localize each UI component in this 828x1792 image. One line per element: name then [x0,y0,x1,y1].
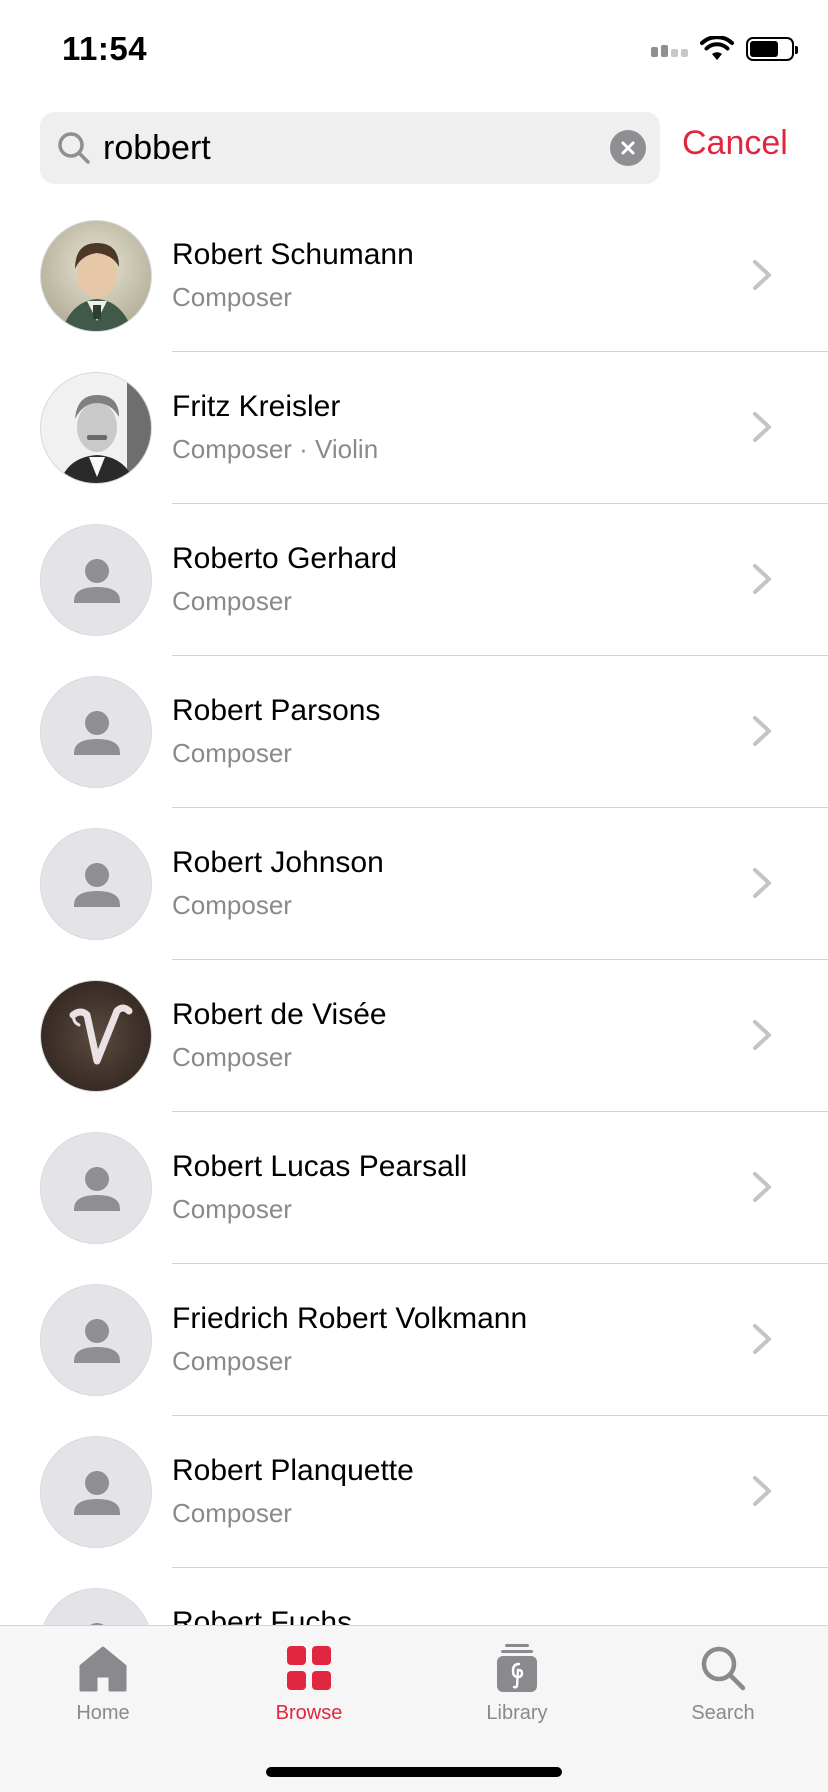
clear-search-button[interactable] [610,130,646,166]
result-name: Robert Schumann [172,238,414,271]
list-item[interactable]: Robert Lucas Pearsall Composer [0,1112,828,1264]
monogram-v-icon [41,981,151,1091]
close-icon [621,141,635,155]
chevron-right-icon [753,1172,771,1202]
wifi-icon [700,36,734,60]
tab-search[interactable]: Search [648,1640,798,1725]
chevron-right-icon [753,716,771,746]
list-item[interactable]: Fritz Kreisler Composer · Violin [0,352,828,504]
result-role: Composer · Violin [172,434,379,464]
result-role: Composer [172,282,292,312]
chevron-right-icon [753,1324,771,1354]
list-item[interactable]: Friedrich Robert Volkmann Composer [0,1264,828,1416]
list-item[interactable]: Robert de Visée Composer [0,960,828,1112]
avatar [40,220,152,332]
person-placeholder-icon [41,677,151,787]
search-field[interactable] [40,112,660,184]
tab-label: Library [486,1702,548,1724]
avatar [40,980,152,1092]
home-indicator[interactable] [266,1767,562,1777]
avatar [40,1588,152,1625]
home-icon [79,1646,127,1692]
search-row: Cancel [40,112,800,184]
result-name: Robert Fuchs [172,1606,353,1625]
list-item[interactable]: Robert Johnson Composer [0,808,828,960]
result-role: Composer [172,1498,292,1528]
search-results-list: Robert Schumann Composer Fritz Kreisler … [0,200,828,1625]
chevron-right-icon [753,868,771,898]
tab-label: Browse [275,1702,343,1724]
result-name: Robert de Visée [172,998,387,1031]
person-placeholder-icon [41,1285,151,1395]
search-icon [58,132,90,164]
list-item[interactable]: Robert Schumann Composer [0,200,828,352]
list-item[interactable]: Robert Fuchs [0,1568,828,1625]
result-name: Robert Johnson [172,846,384,879]
status-bar: 11:54 [0,0,828,100]
avatar [40,1436,152,1548]
tab-library[interactable]: Library [442,1640,592,1725]
tab-home[interactable]: Home [28,1640,178,1725]
person-placeholder-icon [41,829,151,939]
result-name: Roberto Gerhard [172,542,398,575]
cancel-button[interactable]: Cancel [682,124,788,163]
chevron-right-icon [753,412,771,442]
avatar [40,828,152,940]
result-role: Composer [172,1194,292,1224]
avatar [40,1284,152,1396]
person-placeholder-icon [41,1133,151,1243]
chevron-right-icon [753,260,771,290]
result-name: Friedrich Robert Volkmann [172,1302,528,1335]
portrait-avatar-icon [41,373,151,483]
result-role: Composer [172,1346,292,1376]
avatar [40,1132,152,1244]
avatar [40,524,152,636]
result-role: Composer [172,890,292,920]
list-item[interactable]: Roberto Gerhard Composer [0,504,828,656]
chevron-right-icon [753,1476,771,1506]
result-name: Robert Parsons [172,694,381,727]
tab-browse[interactable]: Browse [234,1640,384,1725]
tab-label: Home [76,1702,130,1724]
result-name: Fritz Kreisler [172,390,341,423]
list-item[interactable]: Robert Parsons Composer [0,656,828,808]
person-placeholder-icon [41,525,151,635]
list-item[interactable]: Robert Planquette Composer [0,1416,828,1568]
browse-grid-icon [287,1646,331,1690]
battery-icon [746,37,798,61]
search-icon [701,1646,746,1691]
avatar [40,372,152,484]
chevron-right-icon [753,1020,771,1050]
result-role: Composer [172,586,292,616]
chevron-right-icon [753,564,771,594]
library-icon [497,1644,537,1692]
result-name: Robert Lucas Pearsall [172,1150,468,1183]
result-role: Composer [172,1042,292,1072]
person-placeholder-icon [41,1437,151,1547]
result-name: Robert Planquette [172,1454,414,1487]
status-icons [651,36,798,62]
tab-label: Search [691,1702,755,1724]
search-input[interactable] [103,124,583,172]
status-time: 11:54 [62,30,148,67]
portrait-avatar-icon [41,221,151,331]
person-placeholder-icon [41,1589,151,1625]
avatar [40,676,152,788]
cellular-signal-icon [651,41,688,57]
result-role: Composer [172,738,292,768]
